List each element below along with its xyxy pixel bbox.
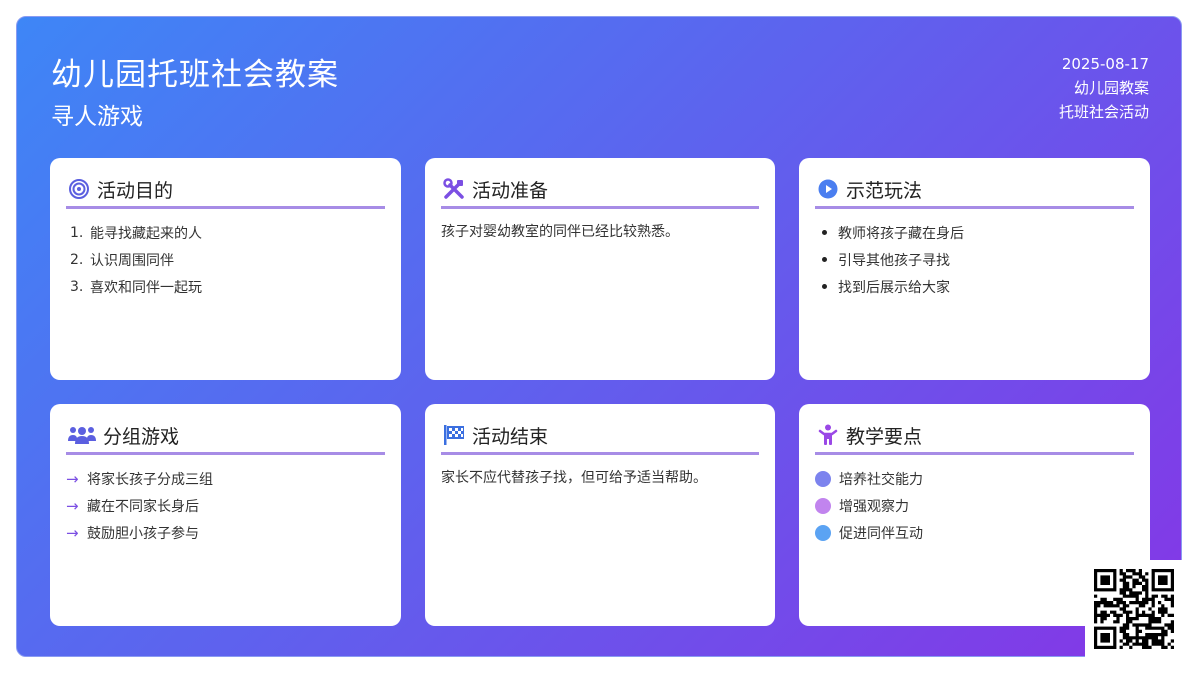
- prep-text: 孩子对婴幼教室的同伴已经比较熟悉。: [441, 224, 679, 240]
- bullet-circle-icon: [815, 524, 831, 541]
- page-title: 幼儿园托班社会教案: [51, 57, 339, 93]
- list-item: 培养社交能力: [815, 465, 1134, 492]
- child-icon: [816, 423, 840, 447]
- card-title: 分组游戏: [103, 425, 180, 448]
- card-header: 教学要点: [815, 420, 1134, 455]
- qr-code: [1085, 560, 1183, 658]
- card-demo: 示范玩法 教师将孩子藏在身后 引导其他孩子寻找 找到后展示给大家: [799, 158, 1150, 380]
- type-label: 托班社会活动: [1058, 103, 1149, 121]
- card-title: 示范玩法: [846, 179, 923, 202]
- arrow-right-icon: →: [66, 496, 79, 515]
- page-subtitle: 寻人游戏: [51, 104, 143, 130]
- play-icon: [816, 177, 840, 201]
- bullet-circle-icon: [815, 497, 831, 514]
- card-header: 分组游戏: [66, 420, 385, 455]
- flag-checkered-icon: [442, 423, 466, 447]
- tools-icon: [442, 177, 466, 201]
- card-header: 活动准备: [441, 174, 759, 209]
- date-label: 2025-08-17: [1061, 55, 1149, 73]
- category-label: 幼儿园教案: [1073, 79, 1149, 97]
- target-icon: [67, 177, 91, 201]
- list-item: → 鼓励胆小孩子参与: [66, 523, 199, 542]
- list-item: → 将家长孩子分成三组: [66, 469, 213, 488]
- card-group: 分组游戏 → 将家长孩子分成三组 → 藏在不同家长身后 → 鼓励胆小孩子参与: [50, 404, 401, 626]
- arrow-right-icon: →: [66, 469, 79, 488]
- list-item: 找到后展示给大家: [815, 273, 1134, 300]
- list-item: 促进同伴互动: [815, 519, 1134, 546]
- list-item: → 藏在不同家长身后: [66, 496, 199, 515]
- header-meta: 2025-08-17 幼儿园教案 托班社会活动: [1059, 52, 1149, 124]
- card-title: 活动目的: [97, 179, 174, 202]
- card-title: 活动准备: [472, 179, 549, 202]
- card-prep: 活动准备 孩子对婴幼教室的同伴已经比较熟悉。: [425, 158, 775, 380]
- bullet-circle-icon: [815, 470, 831, 487]
- list-item: 增强观察力: [815, 492, 1134, 519]
- list-item: 教师将孩子藏在身后: [815, 219, 1134, 246]
- list-item: 3. 喜欢和同伴一起玩: [70, 278, 202, 296]
- card-header: 活动目的: [66, 174, 385, 209]
- card-end: 活动结束 家长不应代替孩子找，但可给予适当帮助。: [425, 404, 775, 626]
- demo-list: 教师将孩子藏在身后 引导其他孩子寻找 找到后展示给大家: [815, 219, 1134, 300]
- card-title: 活动结束: [472, 425, 549, 448]
- list-item: 引导其他孩子寻找: [815, 246, 1134, 273]
- purpose-list: 1. 能寻找藏起来的人 2. 认识周围同伴 3. 喜欢和同伴一起玩: [66, 219, 385, 300]
- card-title: 教学要点: [846, 425, 923, 448]
- arrow-right-icon: →: [66, 523, 79, 542]
- list-item: 2. 认识周围同伴: [70, 251, 174, 269]
- users-icon: [67, 423, 97, 447]
- group-list: → 将家长孩子分成三组 → 藏在不同家长身后 → 鼓励胆小孩子参与: [66, 465, 385, 546]
- points-list: 培养社交能力 增强观察力 促进同伴互动: [815, 465, 1134, 546]
- list-item: 1. 能寻找藏起来的人: [70, 224, 202, 242]
- end-text: 家长不应代替孩子找，但可给予适当帮助。: [441, 470, 707, 486]
- card-header: 示范玩法: [815, 174, 1134, 209]
- card-purpose: 活动目的 1. 能寻找藏起来的人 2. 认识周围同伴 3. 喜欢和同伴一起玩: [50, 158, 401, 380]
- card-header: 活动结束: [441, 420, 759, 455]
- qr-code-icon: [1094, 569, 1174, 649]
